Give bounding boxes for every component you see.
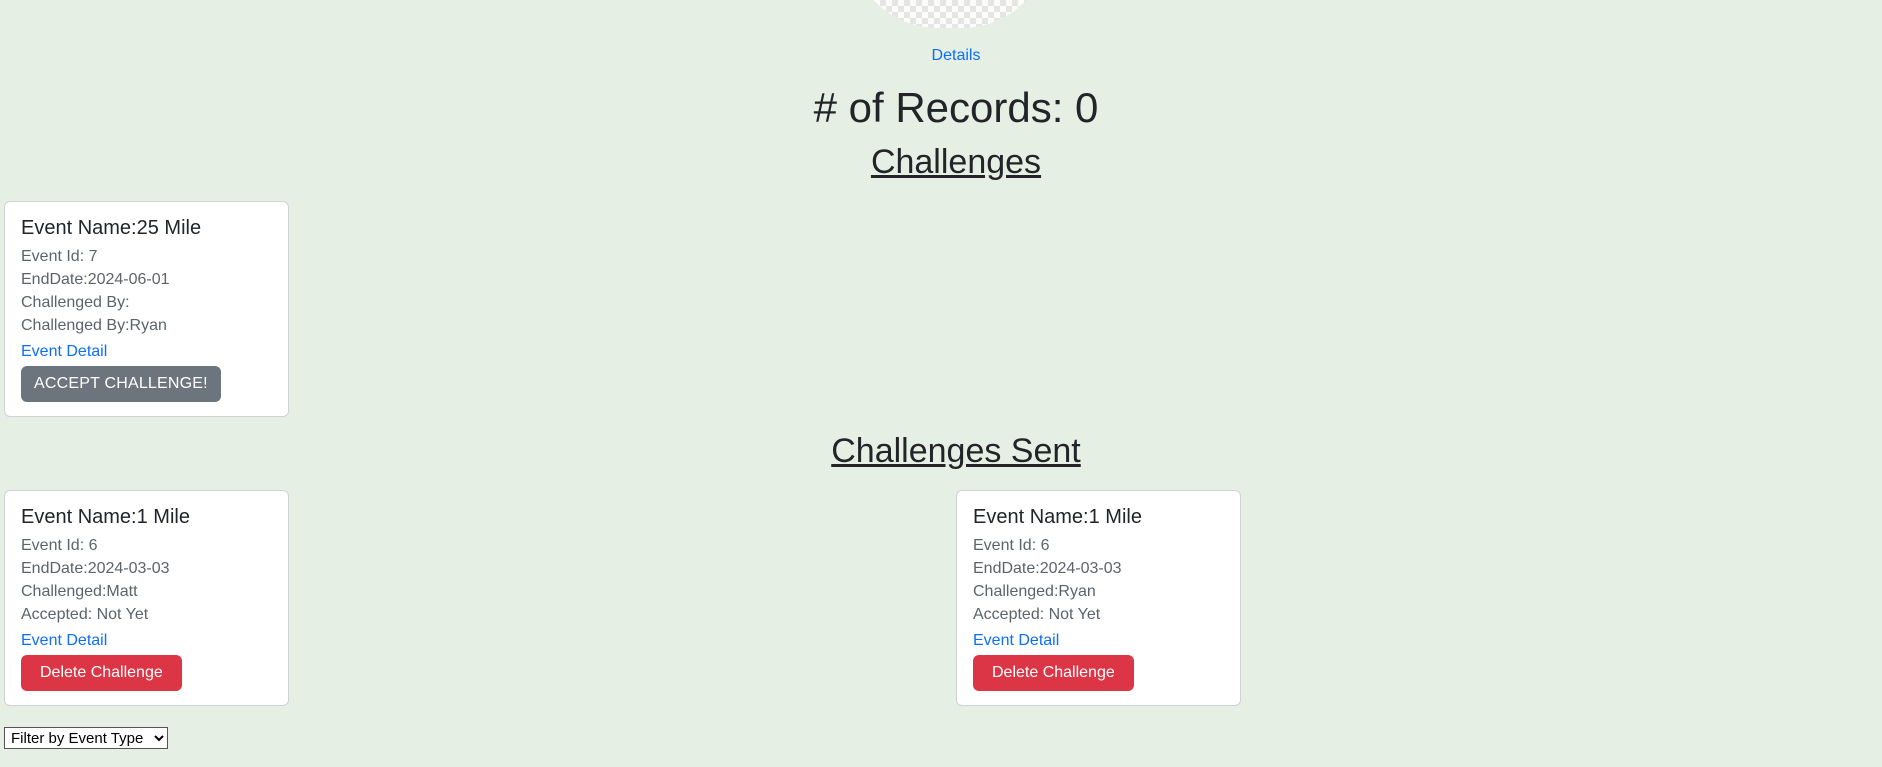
challenged-user: Challenged:Ryan xyxy=(973,583,1096,600)
challenges-sent-heading: Challenges Sent xyxy=(831,432,1081,470)
event-detail-link[interactable]: Event Detail xyxy=(21,343,107,361)
event-name: Event Name:25 Mile xyxy=(21,217,202,239)
event-id: Event Id: 6 xyxy=(21,537,98,554)
challenged-by-name: Challenged By:Ryan xyxy=(21,317,167,334)
sent-challenge-card: Event Name:1 Mile Event Id: 6 EndDate:20… xyxy=(956,490,1241,706)
sent-challenge-card: Event Name:1 Mile Event Id: 6 EndDate:20… xyxy=(4,490,289,706)
challenged-by: Challenged By: xyxy=(21,294,130,311)
event-type-filter-select[interactable]: Filter by Event Type xyxy=(4,727,168,749)
profile-avatar xyxy=(850,0,1050,28)
event-id: Event Id: 7 xyxy=(21,248,98,265)
event-detail-link[interactable]: Event Detail xyxy=(973,632,1059,650)
challenged-user: Challenged:Matt xyxy=(21,583,138,600)
end-date: EndDate:2024-03-03 xyxy=(21,560,170,577)
end-date: EndDate:2024-06-01 xyxy=(21,271,170,288)
accepted-status: Accepted: Not Yet xyxy=(973,606,1101,623)
challenges-heading: Challenges xyxy=(870,143,1042,181)
details-link[interactable]: Details xyxy=(0,47,1882,65)
delete-challenge-button[interactable]: Delete Challenge xyxy=(21,655,182,691)
event-name: Event Name:1 Mile xyxy=(973,506,1142,528)
event-id: Event Id: 6 xyxy=(973,537,1050,554)
challenge-card: Event Name:25 Mile Event Id: 7 EndDate:2… xyxy=(4,201,289,417)
accepted-status: Accepted: Not Yet xyxy=(21,606,149,623)
avatar-placeholder-pattern xyxy=(850,0,1050,28)
event-name: Event Name:1 Mile xyxy=(21,506,190,528)
accept-challenge-button[interactable]: ACCEPT CHALLENGE! xyxy=(21,366,221,402)
records-count-heading: # of Records: 0 xyxy=(813,84,1099,131)
event-detail-link[interactable]: Event Detail xyxy=(21,632,107,650)
delete-challenge-button[interactable]: Delete Challenge xyxy=(973,655,1134,691)
end-date: EndDate:2024-03-03 xyxy=(973,560,1122,577)
